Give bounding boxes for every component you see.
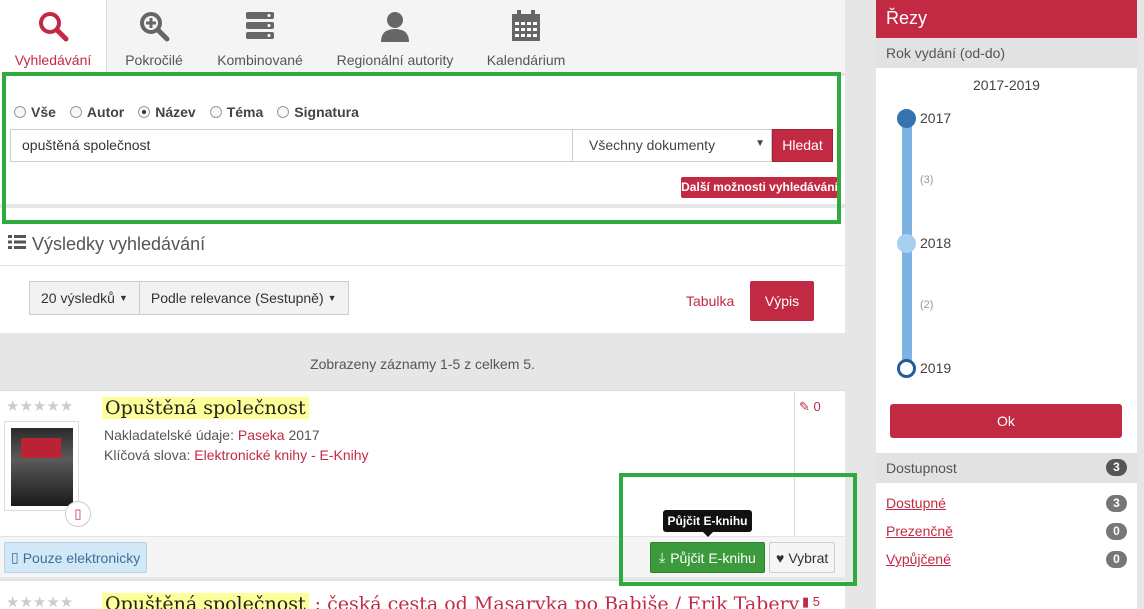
borrow-ebook-button[interactable]: ⤓ Půjčit E-knihu [650,542,765,573]
user-icon [379,10,411,45]
sort-dropdown[interactable]: Podle relevance (Sestupně) ▼ [139,281,349,315]
search-scope-radios: Vše Autor Název Téma Signatura [14,104,359,120]
cover-image [11,428,73,506]
search-panel: Vše Autor Název Téma Signatura opuštěná … [0,76,845,204]
download-icon: ⤓ [659,549,666,565]
tablet-icon: ▯ [11,549,19,565]
facet-vypujcene[interactable]: Vypůjčené [886,551,951,567]
year-label: 2018 [920,235,952,251]
facet-dostupne[interactable]: Dostupné [886,495,946,511]
pencil-icon: ✎ [799,399,810,414]
server-stack-icon [244,10,276,45]
tab-regionalni-autority[interactable]: Regionální autority [325,0,465,74]
tab-kalendarium[interactable]: Kalendárium [475,0,577,74]
radio-button-checked[interactable] [138,106,151,118]
count-badge: 3 [1106,459,1127,476]
record-side-column: ✎ 0 [794,391,845,536]
book-cover[interactable] [4,421,79,511]
year-slider-handle-end[interactable] [897,359,916,378]
caret-down-icon: ▼ [118,293,128,303]
radio-vse[interactable]: Vše [14,104,56,120]
per-page-dropdown[interactable]: 20 výsledků ▼ [29,281,140,315]
cover-detail [21,438,61,458]
items-count[interactable]: ▮ 5 [802,594,820,609]
document-type-value: Všechny dokumenty [589,137,716,153]
facets-panel: Řezy Rok vydání (od-do) 2017-2019 2017 (… [876,0,1137,609]
more-search-options-button[interactable]: Další možnosti vyhledávání [681,177,838,198]
radio-nazev[interactable]: Název [138,104,196,120]
record-actions: ▯ Pouze elektronicky ⤓ Půjčit E-knihu ♥ Vyb… [0,536,845,577]
radio-signatura[interactable]: Signatura [277,104,359,120]
table-view-link[interactable]: Tabulka [686,293,734,309]
search-icon [37,10,69,45]
record-title[interactable]: Opuštěná společnost : česká cesta od Mas… [102,593,799,609]
tab-vyhledavani[interactable]: Vyhledávání [0,0,107,76]
book-icon: ▮ [802,594,810,609]
list-view-button[interactable]: Výpis [750,281,814,321]
year-slider-step[interactable] [897,234,916,253]
results-header: Výsledky vyhledávání 20 výsledků ▼ Podle … [0,208,845,333]
year-slider-handle-start[interactable] [897,109,916,128]
year-count: (3) [920,174,934,186]
radio-autor[interactable]: Autor [69,104,124,120]
availability-list: Dostupné 3 Prezenčně 0 Vypůjčené 0 [876,483,1137,609]
result-record: ★★★★★ Opuštěná společnost : česká cesta … [0,580,845,609]
list-icon [8,234,26,255]
ok-button[interactable]: Ok [890,404,1122,438]
heart-icon: ♥ [776,549,785,566]
search-input[interactable]: opuštěná společnost [10,129,573,162]
calendar-icon [511,10,541,45]
radio-button[interactable] [14,106,26,118]
facets-header: Řezy [876,0,1137,38]
caret-down-icon: ▼ [755,138,765,149]
year-range: 2017-2019 [973,77,1040,93]
zoom-in-icon [138,10,170,45]
availability-facet-title: Dostupnost 3 [876,453,1137,483]
caret-down-icon: ▼ [327,293,337,303]
radio-tema[interactable]: Téma [209,104,263,120]
record-metadata: Nakladatelské údaje: Paseka 2017 Klíčová… [104,427,369,463]
results-summary: Zobrazeny záznamy 1-5 z celkem 5. [310,356,535,372]
search-button[interactable]: Hledat [772,129,833,162]
document-type-select[interactable]: Všechny dokumenty ▼ [572,129,772,162]
year-facet: 2017-2019 2017 (3) 2018 (2) 2019 Ok [876,68,1137,453]
select-button[interactable]: ♥ Vybrat [769,542,836,573]
main-content: Vyhledávání Pokročilé Kombinované Region… [0,0,845,609]
radio-button[interactable] [209,106,222,118]
rating-stars[interactable]: ★★★★★ [6,397,73,415]
count-badge: 3 [1106,495,1127,512]
results-title: Výsledky vyhledávání [8,234,205,255]
publisher-link[interactable]: Paseka [238,427,285,443]
borrow-tooltip: Půjčit E-knihu [663,510,752,537]
year-label: 2017 [920,110,952,126]
search-tabs: Vyhledávání Pokročilé Kombinované Region… [0,0,845,76]
result-record: ★★★★★ ▯ Opuštěná společnost Nakladatelsk… [0,390,845,577]
facet-prezencne[interactable]: Prezenčně [886,523,953,539]
comments-count[interactable]: ✎ 0 [799,399,821,415]
results-controls: 20 výsledků ▼ Podle relevance (Sestupně) ▼ [29,281,349,315]
year-label: 2019 [920,360,952,376]
tab-pokrocile[interactable]: Pokročilé [107,0,201,74]
rating-stars[interactable]: ★★★★★ [6,593,73,609]
keyword-link[interactable]: Elektronické knihy - E-Knihy [194,447,368,463]
record-title[interactable]: Opuštěná společnost [102,397,309,419]
count-badge: 0 [1106,551,1127,568]
count-badge: 0 [1106,523,1127,540]
electronic-only-button[interactable]: ▯ Pouze elektronicky [4,542,148,573]
radio-button[interactable] [277,106,290,118]
year-facet-title: Rok vydání (od-do) [876,38,1137,68]
ebook-device-icon: ▯ [65,501,91,527]
year-count: (2) [920,299,934,311]
tab-kombinovane[interactable]: Kombinované [205,0,315,74]
radio-button[interactable] [69,106,82,118]
divider [0,265,845,266]
